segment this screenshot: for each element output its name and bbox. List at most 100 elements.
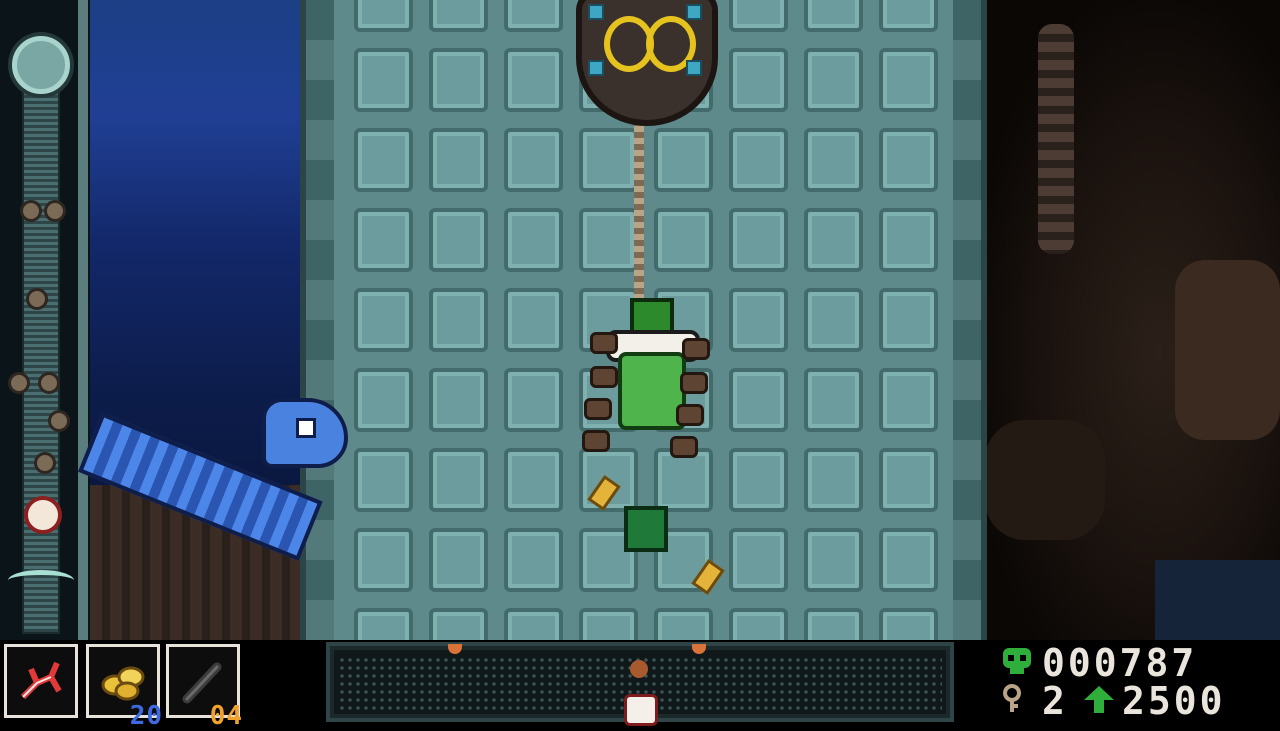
- tower-tile: [879, 528, 938, 592]
- tower-tile: [879, 48, 938, 112]
- tower-tile: [504, 208, 563, 272]
- depth-meter-rail: [22, 60, 60, 634]
- tower-tile: [429, 48, 488, 112]
- key-icon: [1003, 684, 1021, 712]
- tower-tile: [879, 0, 938, 32]
- tower-tile: [804, 0, 863, 32]
- tower-tile: [429, 0, 488, 32]
- tower-tile: [354, 448, 413, 512]
- score-panel: 000787 2 2500: [998, 641, 1280, 723]
- tower-tile: [504, 608, 563, 640]
- depth-bead: [8, 372, 30, 394]
- game-scene: [0, 0, 1280, 640]
- rock-debris: [582, 430, 610, 452]
- relic-slot[interactable]: [4, 644, 78, 718]
- rock-debris: [584, 398, 612, 420]
- tower-tile: [429, 608, 488, 640]
- tower-tile: [429, 208, 488, 272]
- tower-tile: [579, 208, 638, 272]
- tower-tile: [654, 128, 713, 192]
- tower-tile: [354, 528, 413, 592]
- water-level-icon: [8, 570, 74, 591]
- depth-bead: [34, 452, 56, 474]
- green-arrow-up-icon: [1084, 686, 1114, 713]
- gold-pile-icon: [101, 666, 145, 701]
- tower-tile: [879, 288, 938, 352]
- tower-tile: [729, 288, 788, 352]
- rock-debris: [680, 372, 708, 394]
- tower-tile: [429, 448, 488, 512]
- tower-tile: [429, 128, 488, 192]
- sea-serpent-head: [262, 398, 348, 468]
- stalactite-column: [1038, 24, 1074, 254]
- tower-tile: [579, 608, 638, 640]
- gold-slot[interactable]: 20: [86, 644, 162, 729]
- tower-tile: [354, 208, 413, 272]
- tower-tile: [354, 288, 413, 352]
- tower-tile: [729, 128, 788, 192]
- tower-tile: [729, 608, 788, 640]
- player-depth-marker-icon: [24, 496, 62, 534]
- depth-meter: [0, 0, 90, 640]
- tower-tile: [804, 288, 863, 352]
- depth-meter-top-orb: [12, 36, 70, 94]
- tower-tile: [879, 208, 938, 272]
- cave-water: [1155, 560, 1280, 640]
- tower-tile: [879, 368, 938, 432]
- cave-rock: [985, 420, 1105, 540]
- tower-tile: [354, 608, 413, 640]
- bomb-stick-icon: [182, 662, 222, 704]
- tower-tile: [429, 368, 488, 432]
- crusher-gem-icon: [588, 60, 604, 76]
- tower-tile: [654, 608, 713, 640]
- tower-tile: [879, 448, 938, 512]
- boss-bar-pip: [692, 644, 706, 654]
- green-skull-icon: [1003, 648, 1031, 674]
- rock-debris: [676, 404, 704, 426]
- tower-tile: [354, 368, 413, 432]
- rock-debris: [670, 436, 698, 458]
- tower-tile: [654, 208, 713, 272]
- crusher-gem-icon: [686, 60, 702, 76]
- depth-bead: [38, 372, 60, 394]
- tower-tile: [879, 608, 938, 640]
- tower-tile: [504, 48, 563, 112]
- red-branch-relic-icon: [20, 661, 62, 700]
- tower-tile: [804, 208, 863, 272]
- tower-tile: [504, 448, 563, 512]
- tower-tile: [804, 448, 863, 512]
- player-face-icon: [624, 694, 658, 726]
- tower-tile: [579, 128, 638, 192]
- tower-tile: [429, 528, 488, 592]
- tower-tile: [354, 48, 413, 112]
- tower-tile: [504, 528, 563, 592]
- tower-tile: [729, 208, 788, 272]
- bomb-slot[interactable]: 04: [166, 644, 242, 729]
- tower-tile: [804, 608, 863, 640]
- rock-debris: [590, 366, 618, 388]
- depth-bead: [48, 410, 70, 432]
- tower-tile: [729, 368, 788, 432]
- tower-tile: [429, 288, 488, 352]
- tower-tile: [804, 528, 863, 592]
- boss-health-bar: [326, 642, 954, 726]
- tower-tile: [729, 448, 788, 512]
- rock-debris: [590, 332, 618, 354]
- cave-background: [975, 0, 1280, 640]
- depth-bead: [44, 200, 66, 222]
- tower-tile: [504, 288, 563, 352]
- tower-tile: [804, 128, 863, 192]
- tower-tile: [729, 528, 788, 592]
- tower-edge-left: [306, 0, 334, 640]
- next-level-value: 2500: [1122, 679, 1226, 723]
- tower-edge-right: [953, 0, 981, 640]
- tower-tile: [354, 0, 413, 32]
- tower-tile: [354, 128, 413, 192]
- boss-bar-pip: [448, 644, 462, 654]
- tower-tile: [804, 368, 863, 432]
- score-value: 000787: [1042, 641, 1198, 685]
- depth-meter-pole: [78, 0, 88, 640]
- green-treasure-pickup: [624, 506, 668, 552]
- tower-tile: [804, 48, 863, 112]
- crusher-gem-icon: [686, 4, 702, 20]
